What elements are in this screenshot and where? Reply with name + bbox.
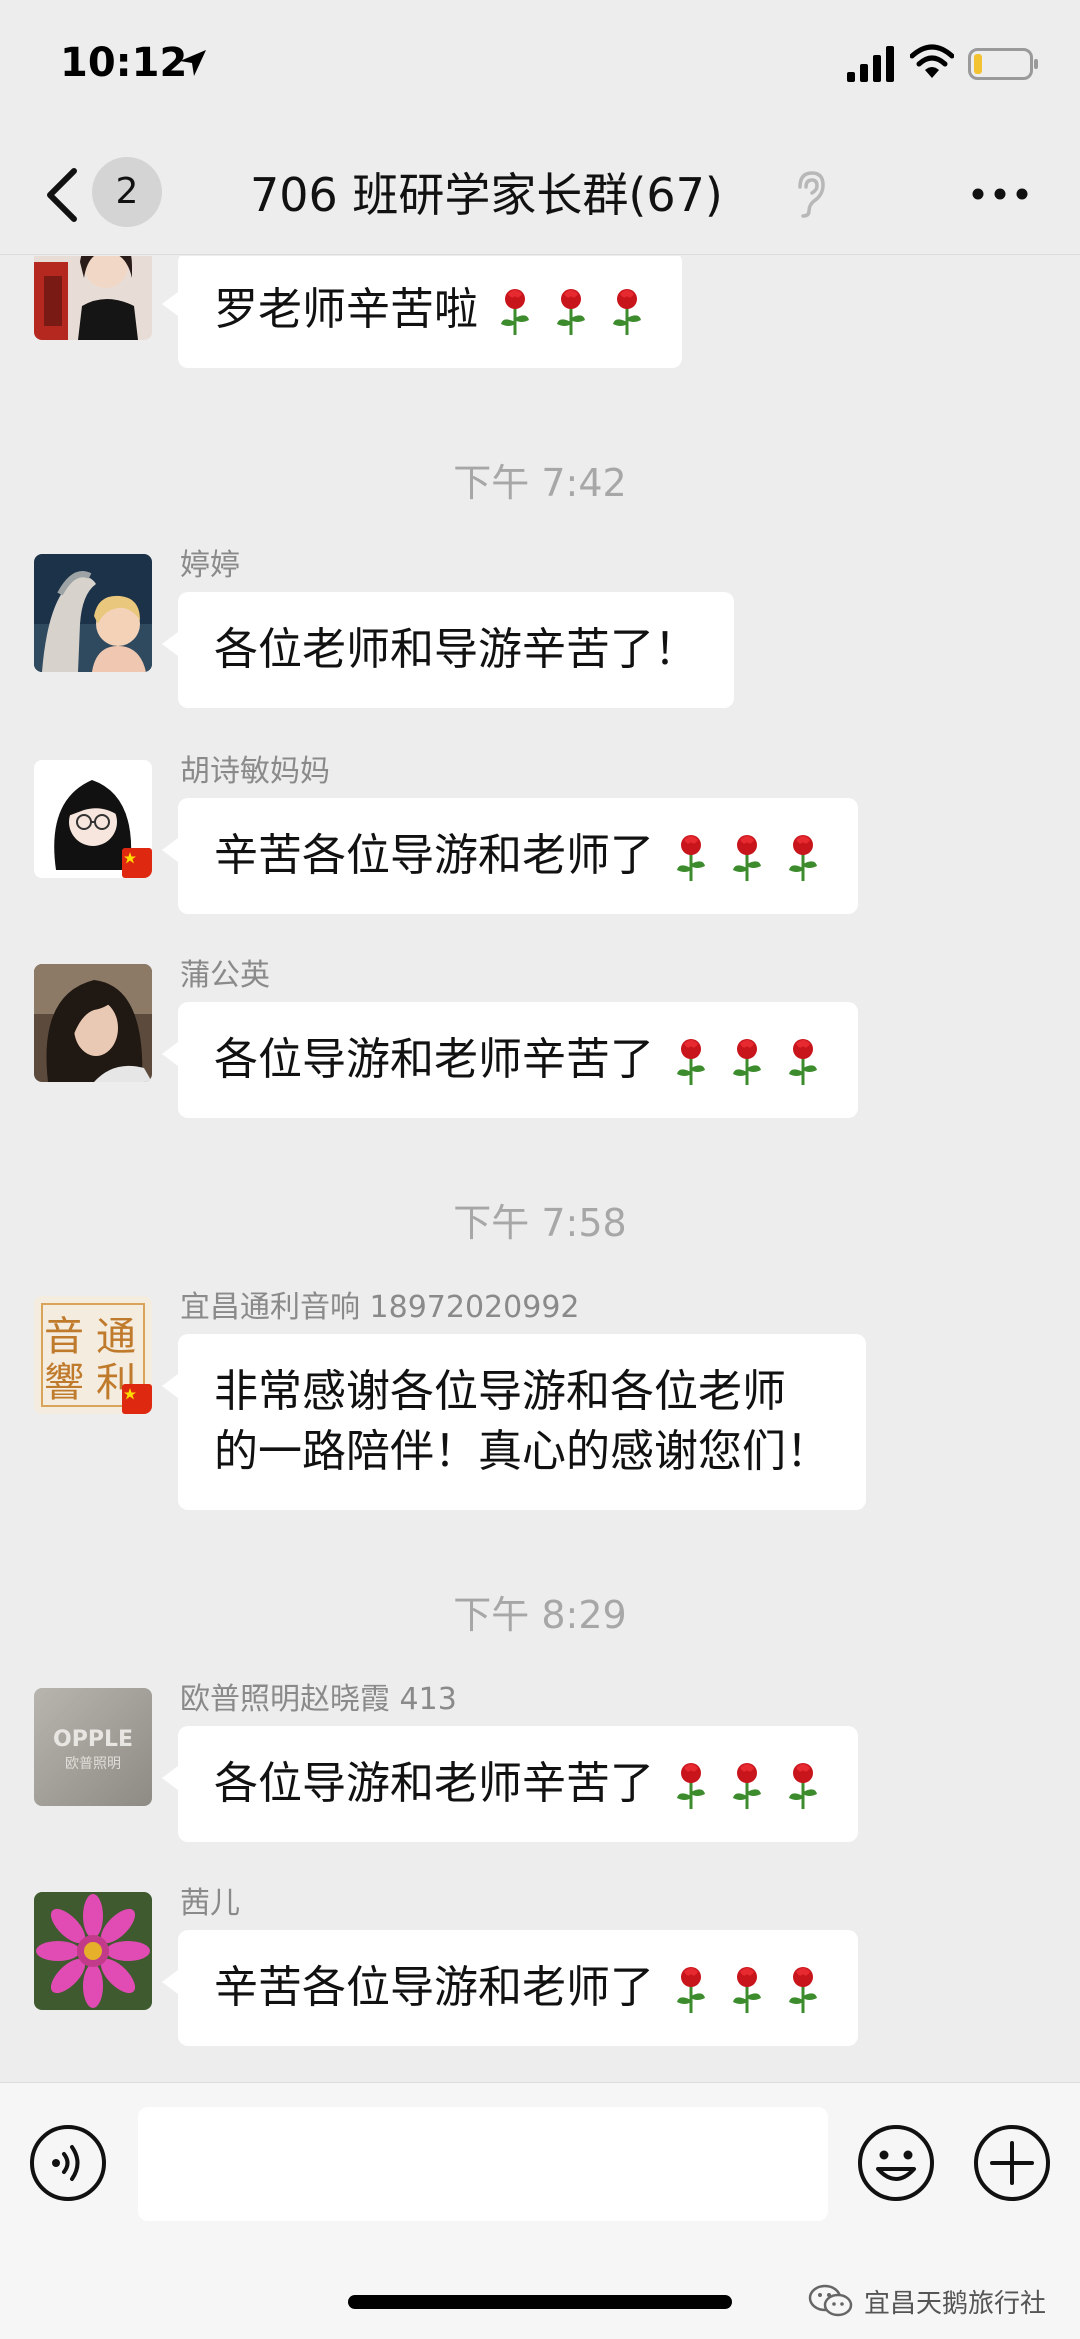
china-flag-icon [122,848,152,878]
rose-icon [789,835,817,881]
message-text: 辛苦各位导游和老师了 [214,1962,654,2013]
ellipsis-icon[interactable] [970,179,1030,209]
voice-icon[interactable] [28,2123,108,2203]
avatar[interactable] [34,554,152,672]
rose-icon [557,289,585,335]
ear-icon [798,171,825,218]
rose-icon [733,1967,761,2013]
rose-icon [677,1763,705,1809]
message-bubble[interactable]: 罗老师辛苦啦 [162,256,682,368]
avatar-logo-text: 通 [96,1314,136,1360]
plus-icon[interactable] [972,2123,1052,2203]
message-bubble[interactable]: 辛苦各位导游和老师了 [162,798,858,914]
message-bubble[interactable]: 非常感谢各位导游和各位老师 的一路陪伴！真心的感谢您们！ [162,1334,866,1510]
sender-name: 欧普照明赵晓霞 413 [180,1682,457,1717]
message-text-line: 的一路陪伴！真心的感谢您们！ [214,1426,830,1477]
wechat-logo-icon [808,2284,853,2317]
time-divider: 下午 7:42 [453,461,627,505]
unread-count-badge[interactable]: 2 [92,157,162,227]
rose-icon [733,1763,761,1809]
message-text: 罗老师辛苦啦 [214,284,478,335]
status-time: 10:12 [60,40,188,86]
watermark-text: 宜昌天鹅旅行社 [864,2288,1047,2319]
time-divider: 下午 8:29 [453,1593,627,1637]
avatar[interactable] [34,760,152,878]
chevron-left-icon[interactable] [42,165,82,225]
rose-icon [613,289,641,335]
avatar[interactable] [34,256,152,340]
avatar-logo-text: OPPLE [53,1727,133,1752]
message-text: 各位导游和老师辛苦了 [214,1758,654,1809]
rose-icon [677,1967,705,2013]
battery-icon [968,48,1038,80]
message-text: 各位老师和导游辛苦了！ [214,624,698,675]
watermark: 宜昌天鹅旅行社 [808,2279,1046,2323]
wifi-icon [910,44,954,78]
input-bar: 宜昌天鹅旅行社 [0,2082,1080,2339]
message-bubble[interactable]: 各位老师和导游辛苦了！ [162,592,734,708]
avatar[interactable]: 音 通 響 利 [34,1296,152,1414]
avatar[interactable]: OPPLE 欧普照明 [34,1688,152,1806]
location-arrow-icon [180,50,206,76]
message-text: 各位导游和老师辛苦了 [214,1034,654,1085]
home-indicator [348,2295,732,2309]
rose-icon [677,835,705,881]
avatar[interactable] [34,964,152,1082]
avatar[interactable] [34,1892,152,2010]
emoji-icon[interactable] [856,2123,936,2203]
china-flag-icon [122,1384,152,1414]
message-text: 辛苦各位导游和老师了 [214,830,654,881]
rose-icon [789,1967,817,2013]
message-bubble[interactable]: 各位导游和老师辛苦了 [162,1002,858,1118]
chat-header: 2 706 班研学家长群(67) [0,135,1080,255]
message-bubble[interactable]: 辛苦各位导游和老师了 [162,1930,858,2046]
sender-name: 宜昌通利音响 18972020992 [180,1290,580,1325]
sender-name: 婷婷 [180,548,240,583]
avatar-logo-text: 音 [44,1314,84,1360]
rose-icon [677,1039,705,1085]
rose-icon [733,1039,761,1085]
message-input[interactable] [138,2107,828,2221]
status-bar: 10:12 [0,0,1080,135]
avatar-logo-text: 欧普照明 [65,1756,121,1772]
message-text-line: 非常感谢各位导游和各位老师 [214,1366,786,1417]
avatar-logo-text: 響 [44,1360,84,1406]
sender-name: 胡诗敏妈妈 [180,754,330,789]
rose-icon [733,835,761,881]
page-title: 706 班研学家长群(67) [250,168,723,222]
rose-icon [789,1763,817,1809]
rose-icon [501,289,529,335]
cellular-signal-icon [847,46,894,82]
rose-icon [789,1039,817,1085]
message-list[interactable]: 罗老师辛苦啦 下午 7:42 婷婷 各位老师和导游辛苦了！ 胡诗敏妈妈 辛苦各位… [0,256,1080,2082]
sender-name: 茜儿 [180,1886,240,1921]
message-bubble[interactable]: 各位导游和老师辛苦了 [162,1726,858,1842]
time-divider: 下午 7:58 [453,1201,627,1245]
sender-name: 蒲公英 [180,958,270,993]
